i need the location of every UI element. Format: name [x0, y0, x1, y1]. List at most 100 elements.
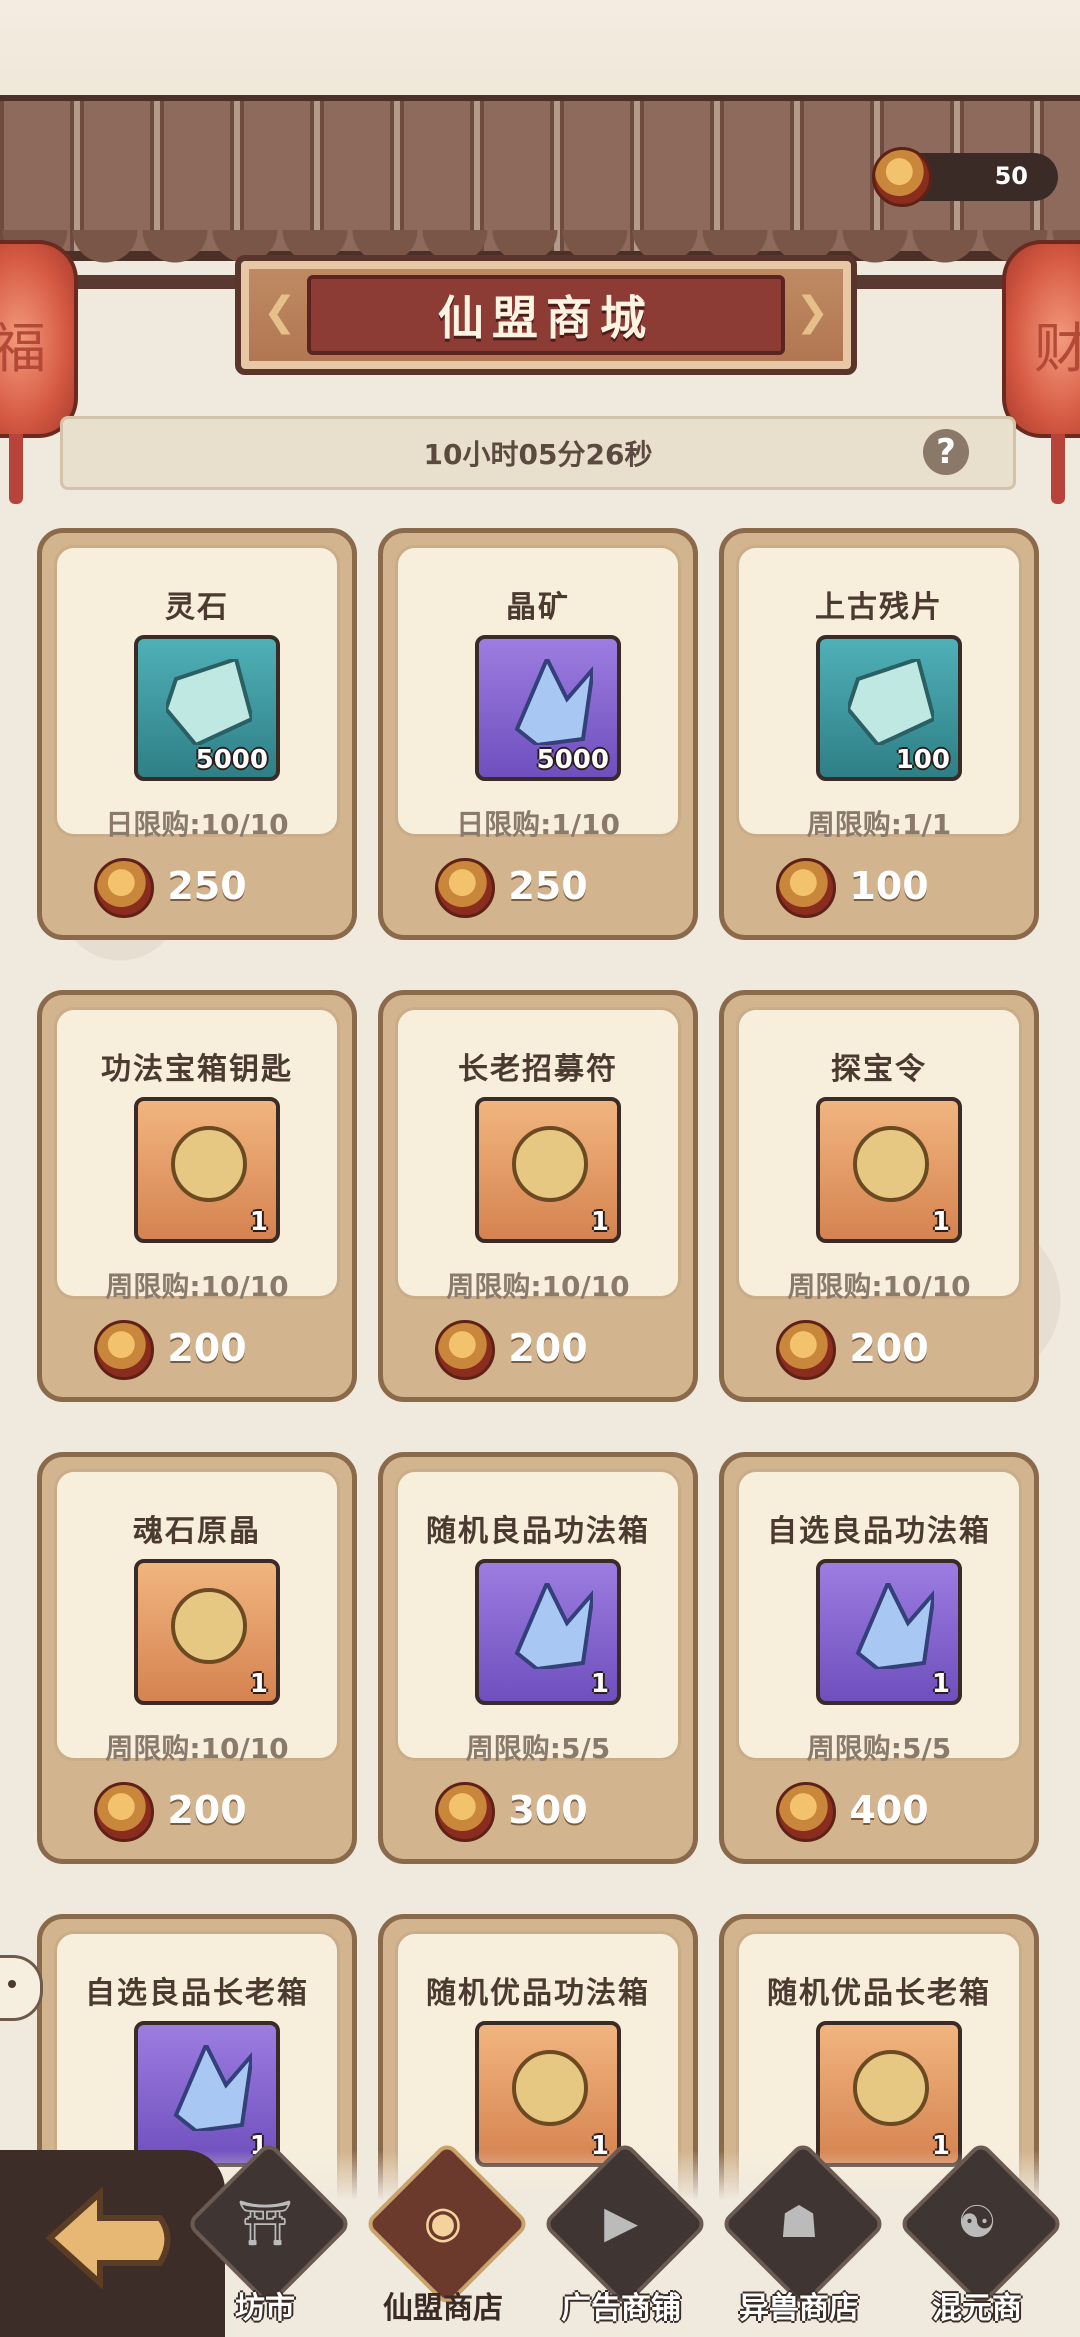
- purchase-limit: 周限购:10/10: [105, 1270, 289, 1303]
- refresh-timer: 10小时05分26秒: [423, 438, 653, 471]
- item-quantity: 1: [249, 1207, 268, 1237]
- price-row[interactable]: 300: [383, 1762, 693, 1852]
- purchase-limit: 周限购:5/5: [806, 1732, 952, 1765]
- item-icon-frame: 1: [475, 2021, 621, 2167]
- shop-item-card[interactable]: 探宝令 1 周限购:10/10 200: [719, 990, 1039, 1402]
- shop-item-card[interactable]: 长老招募符 1 周限购:10/10 200: [378, 990, 698, 1402]
- item-name: 随机良品功法箱: [426, 1514, 650, 1549]
- price-row[interactable]: 100: [724, 838, 1034, 928]
- nav-tab-hunyuan-shop[interactable]: ☯ 混元商: [892, 2140, 1065, 2337]
- card-top-panel: 灵石 5000 日限购:10/10: [54, 545, 340, 841]
- purchase-limit: 周限购:1/1: [806, 808, 952, 841]
- card-top-panel: 魂石原晶 1 周限购:10/10: [54, 1469, 340, 1765]
- item-name: 自选良品长老箱: [85, 1976, 309, 2011]
- guild-shop-icon: ◉: [423, 2197, 463, 2248]
- title-banner: ❮ 仙盟商城 ❯: [235, 255, 857, 375]
- price-row[interactable]: 200: [724, 1300, 1034, 1390]
- item-price: 200: [508, 1326, 588, 1370]
- card-top-panel: 上古残片 100 周限购:1/1: [736, 545, 1022, 841]
- elder-chest-icon: [173, 2045, 252, 2131]
- item-price: 100: [849, 864, 929, 908]
- currency-display: 50: [872, 147, 1058, 207]
- ancient-fragment-icon: [848, 659, 934, 745]
- help-button[interactable]: ?: [923, 429, 969, 475]
- item-name: 灵石: [165, 590, 229, 625]
- nav-label: 广告商铺: [561, 2291, 681, 2326]
- price-row[interactable]: 200: [42, 1300, 352, 1390]
- price-row[interactable]: 250: [383, 838, 693, 928]
- item-price: 250: [167, 864, 247, 908]
- price-row[interactable]: 250: [42, 838, 352, 928]
- item-icon-frame: 1: [816, 1097, 962, 1243]
- item-name: 晶矿: [506, 590, 570, 625]
- shop-item-card[interactable]: 灵石 5000 日限购:10/10 250: [37, 528, 357, 940]
- guild-coin-icon: [872, 147, 932, 207]
- card-top-panel: 探宝令 1 周限购:10/10: [736, 1007, 1022, 1303]
- page-title: 仙盟商城: [307, 275, 785, 355]
- item-icon-frame: 1: [816, 1559, 962, 1705]
- ad-shop-icon: ▶: [604, 2197, 638, 2248]
- shop-item-card[interactable]: 随机良品功法箱 1 周限购:5/5 300: [378, 1452, 698, 1864]
- chat-dot-icon: [8, 1980, 16, 1988]
- shop-item-card[interactable]: 功法宝箱钥匙 1 周限购:10/10 200: [37, 990, 357, 1402]
- lantern-right-char: 财: [1034, 317, 1080, 380]
- item-name: 长老招募符: [458, 1052, 618, 1087]
- shop-item-card[interactable]: 魂石原晶 1 周限购:10/10 200: [37, 1452, 357, 1864]
- shop-item-card[interactable]: 自选良品功法箱 1 周限购:5/5 400: [719, 1452, 1039, 1864]
- item-icon-frame: 5000: [475, 635, 621, 781]
- random-elder-chest-icon: [853, 2050, 929, 2126]
- item-name: 随机优品长老箱: [767, 1976, 991, 2011]
- item-price: 200: [849, 1326, 929, 1370]
- item-quantity: 1: [931, 1669, 950, 1699]
- price-row[interactable]: 400: [724, 1762, 1034, 1852]
- soul-crystal-icon: [171, 1588, 247, 1664]
- nav-tab-beast-shop[interactable]: ☗ 异兽商店: [714, 2140, 887, 2337]
- card-top-panel: 功法宝箱钥匙 1 周限购:10/10: [54, 1007, 340, 1303]
- item-icon-frame: 1: [134, 1559, 280, 1705]
- item-price: 200: [167, 1326, 247, 1370]
- beast-shop-icon: ☗: [779, 2197, 819, 2248]
- purchase-limit: 周限购:10/10: [787, 1270, 971, 1303]
- item-icon-frame: 1: [475, 1559, 621, 1705]
- chest-key-icon: [171, 1126, 247, 1202]
- currency-amount: 50: [994, 162, 1028, 190]
- nav-tab-ad-shop[interactable]: ▶ 广告商铺: [536, 2140, 709, 2337]
- right-ornament-icon: ❯: [795, 289, 829, 335]
- item-icon-frame: 1: [475, 1097, 621, 1243]
- spirit-stone-icon: [166, 659, 252, 745]
- item-name: 随机优品功法箱: [426, 1976, 650, 2011]
- item-quantity: 1: [249, 1669, 268, 1699]
- nav-tab-market[interactable]: ⛩ 坊市: [180, 2140, 353, 2337]
- card-top-panel: 晶矿 5000 日限购:1/10: [395, 545, 681, 841]
- price-row[interactable]: 200: [42, 1762, 352, 1852]
- item-icon-frame: 100: [816, 635, 962, 781]
- purchase-limit: 周限购:5/5: [465, 1732, 611, 1765]
- lantern-left: 福: [0, 240, 78, 504]
- lantern-left-char: 福: [0, 317, 46, 380]
- refresh-timer-bar: 10小时05分26秒 ?: [60, 416, 1016, 490]
- crystal-ore-icon: [514, 659, 593, 745]
- lantern-tassel: [9, 434, 23, 504]
- back-arrow-icon: [45, 2186, 171, 2290]
- purchase-limit: 周限购:10/10: [446, 1270, 630, 1303]
- nav-label: 坊市: [235, 2291, 295, 2326]
- item-quantity: 100: [895, 745, 950, 775]
- item-quantity: 5000: [536, 745, 609, 775]
- nav-tab-guild-shop[interactable]: ◉ 仙盟商店: [358, 2140, 531, 2337]
- shop-item-card[interactable]: 上古残片 100 周限购:1/1 100: [719, 528, 1039, 940]
- recruit-talisman-icon: [512, 1126, 588, 1202]
- item-name: 功法宝箱钥匙: [101, 1052, 293, 1087]
- item-icon-frame: 1: [134, 1097, 280, 1243]
- roof: [0, 0, 1080, 290]
- card-top-panel: 随机良品功法箱 1 周限购:5/5: [395, 1469, 681, 1765]
- price-row[interactable]: 200: [383, 1300, 693, 1390]
- shop-item-card[interactable]: 晶矿 5000 日限购:1/10 250: [378, 528, 698, 940]
- item-icon-frame: 1: [816, 2021, 962, 2167]
- random-chest-icon: [514, 1583, 593, 1669]
- item-name: 魂石原晶: [133, 1514, 261, 1549]
- item-name: 探宝令: [831, 1052, 927, 1087]
- lantern-tassel: [1051, 434, 1065, 504]
- item-price: 300: [508, 1788, 588, 1832]
- purchase-limit: 周限购:10/10: [105, 1732, 289, 1765]
- left-ornament-icon: ❮: [263, 289, 297, 335]
